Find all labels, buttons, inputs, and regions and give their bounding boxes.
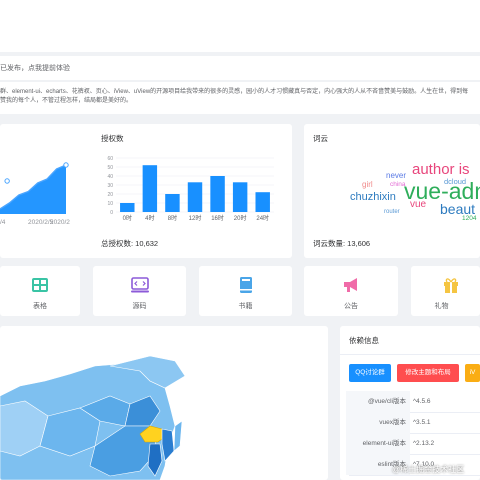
book-icon (239, 277, 252, 293)
bar (255, 192, 270, 212)
dependency-name: element-ui版本 (346, 433, 410, 454)
table-icon (32, 278, 48, 292)
quick-books[interactable]: 书籍 (199, 266, 292, 316)
x-tick-label: /4 (0, 219, 6, 226)
divider (340, 354, 480, 355)
dependency-row: element-ui版本 ^2.13.2 (346, 433, 480, 455)
x-tick-label: 24时 (256, 214, 269, 222)
qq-group-button[interactable]: QQ讨论群 (349, 364, 391, 382)
y-tick-label: 40 (107, 174, 113, 180)
watermark: @稀土掘金技术社区 (392, 465, 465, 474)
card-footer: 总授权数: 10,632 (101, 239, 159, 248)
intro-card: 群、element-ui、echarts、花裤衩、页心、iView、uView的… (0, 82, 480, 114)
dependency-name: vuex版本 (346, 412, 410, 433)
quick-label: 表格 (33, 303, 47, 310)
theme-layout-button[interactable]: 修改主题和布局 (397, 364, 459, 382)
iview-button[interactable]: iV (465, 364, 480, 382)
line-point (4, 178, 10, 184)
quick-gift[interactable]: 礼物 (411, 266, 480, 316)
map-region (173, 420, 183, 452)
cloud-word: 1204 (462, 215, 477, 222)
y-tick-label: 30 (107, 183, 113, 189)
code-icon (130, 277, 149, 293)
cloud-word: never (386, 171, 407, 180)
line-chart-area (0, 165, 66, 214)
quick-label: 书籍 (238, 303, 253, 310)
x-tick-label: 0时 (123, 214, 132, 222)
card-title: 授权数 (101, 134, 124, 143)
cloud-word: vue (410, 199, 427, 210)
quick-code[interactable]: 源码 (93, 266, 186, 316)
card-title: 词云 (313, 134, 328, 143)
authorization-card: 授权数 0 10 20 30 40 50 60 0时 4时 8时 12时 16时 20时 24时 总授权数… (92, 124, 292, 258)
cloud-word: chuzhixin (350, 191, 396, 203)
top-header (0, 0, 480, 52)
card-title: 依赖信息 (349, 336, 379, 345)
bar (142, 165, 158, 212)
quick-table[interactable]: 表格 (0, 266, 80, 316)
dependency-version: ^3.5.1 (413, 419, 431, 426)
x-tick-label: 12时 (189, 214, 202, 222)
dependency-row: @vue/cli版本 ^4.5.6 (346, 391, 480, 413)
map-card (0, 326, 328, 480)
x-tick-label: 8时 (168, 214, 177, 222)
word-cloud-card: 词云 author is never china girl vue-adm ch… (304, 124, 480, 258)
y-tick-label: 0 (110, 210, 113, 216)
dependency-name: @vue/cli版本 (346, 391, 410, 412)
y-tick-label: 20 (107, 192, 113, 198)
cloud-word: girl (362, 180, 373, 189)
quick-label: 礼物 (434, 303, 449, 310)
bar (120, 203, 135, 212)
cloud-word: router (384, 209, 400, 215)
bar (232, 182, 248, 212)
bar (210, 176, 225, 212)
megaphone-icon (344, 278, 357, 292)
cloud-word: dcloud (444, 177, 467, 186)
bar (165, 194, 180, 212)
intro-line-2: 赞我的每个人，不管过程怎样，结局都是美好的。 (0, 98, 133, 104)
y-tick-label: 10 (107, 201, 113, 207)
notice-text[interactable]: 已发布，点我提前体验 (0, 65, 70, 72)
x-tick-label: 2020/2 (50, 219, 70, 226)
quick-notice[interactable]: 公告 (304, 266, 398, 316)
x-tick-label: 16时 (211, 214, 224, 222)
line-point (63, 162, 69, 168)
cloud-word: beaut (440, 201, 476, 217)
intro-line-1: 群、element-ui、echarts、花裤衩、页心、iView、uView的… (0, 89, 469, 95)
dependency-version: ^2.13.2 (413, 440, 435, 447)
quick-label: 源码 (132, 303, 147, 310)
gift-icon (443, 278, 458, 293)
y-tick-label: 60 (107, 156, 113, 162)
china-map (0, 355, 186, 480)
x-tick-label: 4时 (145, 214, 154, 222)
cloud-word: author is (412, 161, 470, 178)
bar (187, 182, 203, 212)
x-tick-label: 20时 (234, 214, 247, 222)
dependency-row: vuex版本 ^3.5.1 (346, 412, 480, 434)
card-footer: 词云数量: 13,606 (313, 239, 371, 248)
notice-bar[interactable]: 已发布，点我提前体验 (0, 56, 480, 80)
dependency-version: ^4.5.6 (413, 398, 431, 405)
y-tick-label: 50 (107, 165, 113, 171)
quick-label: 公告 (344, 303, 358, 310)
